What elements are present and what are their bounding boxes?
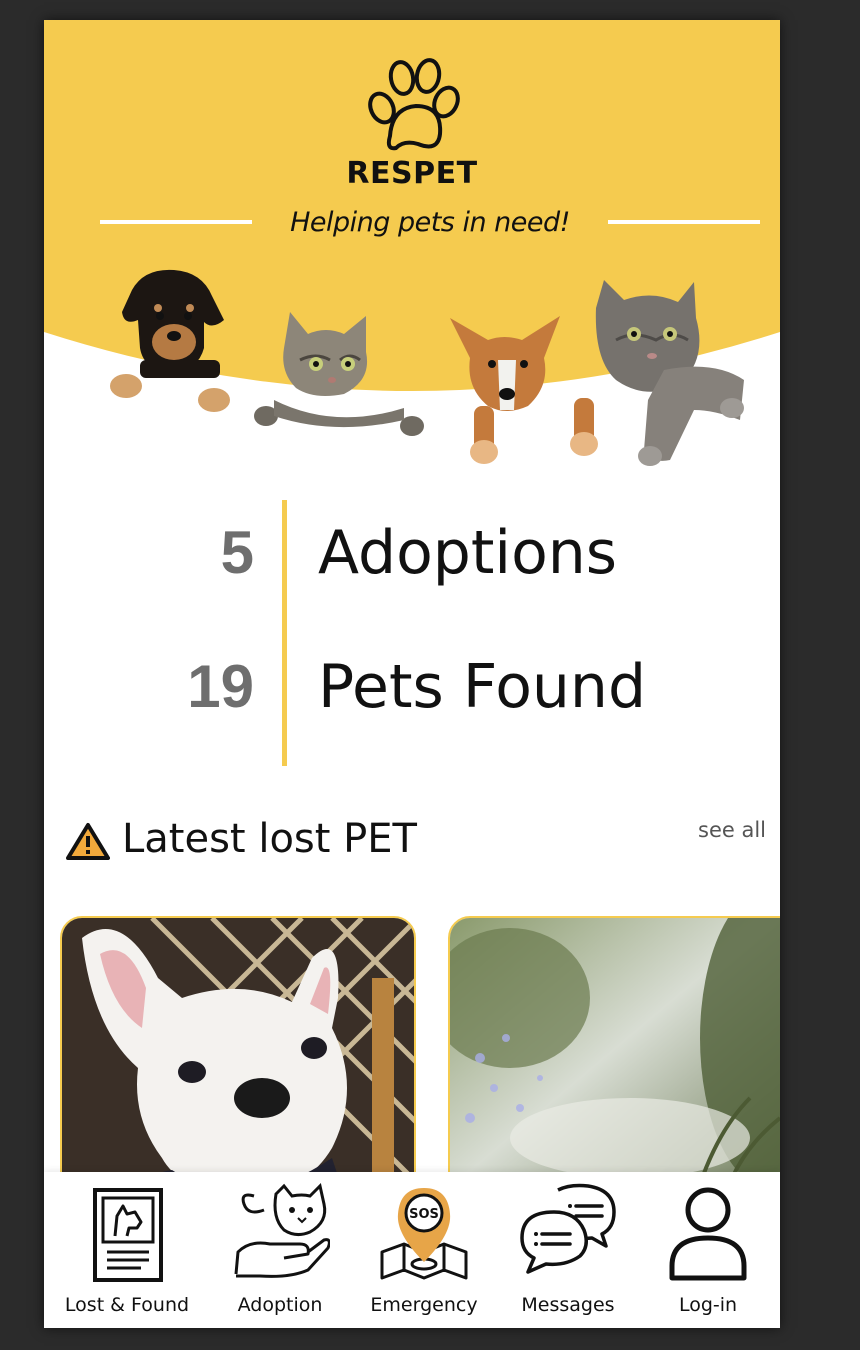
chat-bubbles-icon <box>520 1183 616 1274</box>
user-icon <box>669 1187 747 1281</box>
svg-text:SOS: SOS <box>409 1207 439 1222</box>
nav-messages[interactable]: Messages <box>498 1182 638 1322</box>
tagline-divider-left <box>100 220 252 224</box>
latest-lost-title: Latest lost PET <box>122 816 417 862</box>
cat-image <box>595 280 744 466</box>
pets-found-count: 19 <box>187 653 254 720</box>
tagline: Helping pets in need! <box>290 206 570 238</box>
nav-emergency[interactable]: SOS Emergency <box>354 1182 494 1322</box>
pets-illustration <box>110 269 744 466</box>
brand-name: RESPET <box>346 156 478 191</box>
pets-found-label: Pets Found <box>318 652 647 722</box>
kitten-image <box>254 312 424 436</box>
adoptions-count: 5 <box>220 519 254 586</box>
paw-logo-icon <box>368 58 460 151</box>
nav-label: Adoption <box>237 1294 323 1316</box>
lost-pet-card[interactable] <box>448 916 780 1216</box>
nav-lost-found[interactable]: Lost & Found <box>57 1182 197 1322</box>
stats-panel: 5 Adoptions 19 Pets Found <box>44 498 780 768</box>
bottom-nav: Lost & Found Adoption SOS Emergency Mess… <box>44 1172 780 1328</box>
adoptions-label: Adoptions <box>318 518 618 588</box>
header-banner: RESPET Helping pets in need! <box>44 20 780 480</box>
sos-map-pin-icon: SOS <box>380 1188 468 1280</box>
nav-label: Messages <box>521 1294 615 1316</box>
lost-pet-card[interactable] <box>60 916 416 1216</box>
tagline-row: Helping pets in need! <box>100 202 760 242</box>
nav-label: Log-in <box>678 1294 738 1316</box>
tagline-divider-right <box>608 220 760 224</box>
stats-divider <box>282 500 287 766</box>
app-screen: RESPET Helping pets in need! 5 Adoptions… <box>44 20 780 1328</box>
nav-adoption[interactable]: Adoption <box>210 1182 350 1322</box>
nav-label: Emergency <box>370 1294 478 1316</box>
latest-lost-header: Latest lost PET see all <box>66 814 766 874</box>
see-all-link[interactable]: see all <box>698 818 766 842</box>
lost-found-poster-icon <box>93 1188 163 1282</box>
warning-icon <box>66 823 110 860</box>
adoption-hand-cat-icon <box>234 1183 330 1278</box>
dog-image <box>450 316 598 464</box>
puppy-image <box>110 269 230 412</box>
nav-label: Lost & Found <box>64 1294 190 1316</box>
nav-login[interactable]: Log-in <box>638 1182 778 1322</box>
